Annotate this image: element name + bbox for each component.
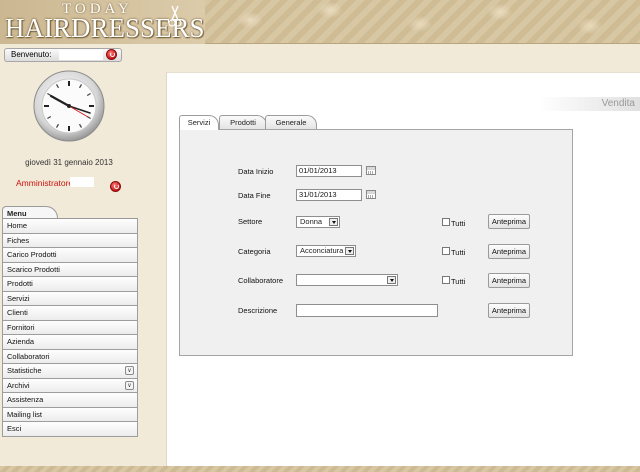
menu-item-archivi[interactable]: Archivi ∨ bbox=[2, 378, 138, 393]
menu-item-mailing-list[interactable]: Mailing list bbox=[2, 407, 138, 422]
collaboratore-tutti-checkbox[interactable] bbox=[442, 276, 450, 284]
menu-item-fiches[interactable]: Fiches bbox=[2, 233, 138, 248]
logout-power-icon[interactable] bbox=[106, 49, 117, 60]
categoria-value: Acconciatura bbox=[300, 246, 344, 255]
descrizione-anteprima-button[interactable]: Anteprima bbox=[488, 303, 530, 318]
welcome-bar: Benvenuto: bbox=[4, 48, 122, 62]
descrizione-label: Descrizione bbox=[238, 306, 278, 315]
categoria-anteprima-button[interactable]: Anteprima bbox=[488, 244, 530, 259]
menu-item-carico-prodotti[interactable]: Carico Prodotti bbox=[2, 248, 138, 263]
current-date: giovedì 31 gennaio 2013 bbox=[25, 158, 113, 167]
menu-item-esci[interactable]: Esci bbox=[2, 422, 138, 437]
report-form: Data Inizio 01/01/2013 Data Fine 31/01/2… bbox=[179, 129, 573, 356]
tutti-label: Tutti bbox=[451, 248, 466, 257]
menu-item-fornitori[interactable]: Fornitori bbox=[2, 320, 138, 335]
header-banner: TODAY HAIRDRESSERS bbox=[0, 0, 640, 44]
calendar-icon[interactable] bbox=[366, 190, 376, 199]
data-fine-label: Data Fine bbox=[238, 191, 271, 200]
data-inizio-input[interactable]: 01/01/2013 bbox=[296, 165, 362, 177]
menu-title-tab: Menu bbox=[2, 206, 58, 218]
tab-servizi[interactable]: Servizi bbox=[179, 115, 219, 130]
calendar-icon[interactable] bbox=[366, 166, 376, 175]
categoria-select[interactable]: Acconciatura bbox=[296, 245, 356, 257]
menu-item-assistenza[interactable]: Assistenza bbox=[2, 393, 138, 408]
settore-select[interactable]: Donna bbox=[296, 216, 340, 228]
settore-label: Settore bbox=[238, 217, 263, 226]
settore-anteprima-button[interactable]: Anteprima bbox=[488, 214, 530, 229]
footer-strip bbox=[0, 466, 640, 472]
tutti-label: Tutti bbox=[451, 277, 466, 286]
menu-item-azienda[interactable]: Azienda bbox=[2, 335, 138, 350]
username-field bbox=[59, 50, 103, 60]
menu-item-collaboratori[interactable]: Collaboratori bbox=[2, 349, 138, 364]
scissors-icon bbox=[168, 6, 182, 27]
menu-item-clienti[interactable]: Clienti bbox=[2, 306, 138, 321]
collaboratore-anteprima-button[interactable]: Anteprima bbox=[488, 273, 530, 288]
dropdown-arrow-icon[interactable] bbox=[345, 247, 354, 255]
menu-item-statistiche[interactable]: Statistiche ∨ bbox=[2, 364, 138, 379]
collaboratore-label: Collaboratore bbox=[238, 276, 284, 285]
main-panel: Vendita Servizi Prodotti Generale Data I… bbox=[166, 72, 640, 472]
categoria-label: Categoria bbox=[238, 247, 271, 256]
menu-item-home[interactable]: Home bbox=[2, 219, 138, 234]
settore-tutti-checkbox[interactable] bbox=[442, 218, 450, 226]
analog-clock bbox=[33, 70, 105, 142]
admin-name-field bbox=[70, 177, 94, 187]
data-inizio-label: Data Inizio bbox=[238, 167, 274, 176]
section-title: Vendita bbox=[539, 97, 640, 111]
welcome-label: Benvenuto: bbox=[11, 50, 52, 59]
admin-label: Amministratore : bbox=[16, 178, 78, 188]
dropdown-arrow-icon[interactable] bbox=[387, 276, 396, 284]
sidebar-menu: Home Fiches Carico Prodotti Scarico Prod… bbox=[2, 218, 138, 437]
tab-prodotti[interactable]: Prodotti bbox=[219, 115, 267, 129]
data-fine-input[interactable]: 31/01/2013 bbox=[296, 189, 362, 201]
categoria-tutti-checkbox[interactable] bbox=[442, 247, 450, 255]
logo: TODAY HAIRDRESSERS bbox=[0, 0, 205, 44]
tab-generale[interactable]: Generale bbox=[265, 115, 317, 129]
tutti-label: Tutti bbox=[451, 219, 466, 228]
menu-item-scarico-prodotti[interactable]: Scarico Prodotti bbox=[2, 262, 138, 277]
chevron-down-icon[interactable]: ∨ bbox=[125, 366, 134, 375]
menu-item-servizi[interactable]: Servizi bbox=[2, 291, 138, 306]
collaboratore-select[interactable] bbox=[296, 274, 398, 286]
chevron-down-icon[interactable]: ∨ bbox=[125, 380, 134, 390]
descrizione-input[interactable] bbox=[296, 304, 438, 317]
settore-value: Donna bbox=[300, 217, 323, 226]
menu-item-prodotti[interactable]: Prodotti bbox=[2, 277, 138, 292]
admin-power-icon[interactable] bbox=[110, 181, 121, 192]
dropdown-arrow-icon[interactable] bbox=[329, 218, 338, 226]
